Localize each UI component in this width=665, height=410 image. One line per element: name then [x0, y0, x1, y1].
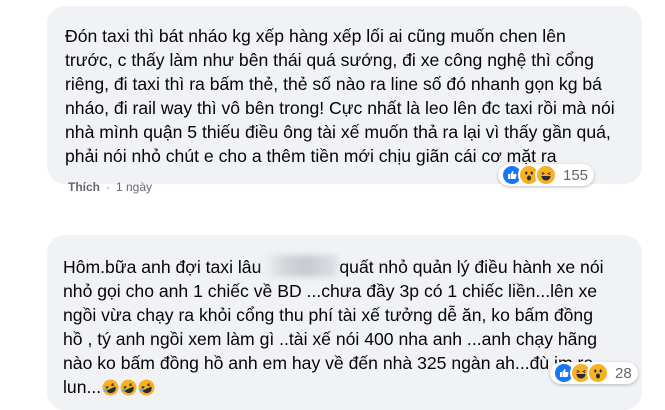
reaction-summary[interactable]: 155 — [498, 164, 595, 186]
comment-meta: Thích · 1 ngày — [68, 180, 152, 194]
separator-dot: · — [106, 180, 110, 194]
comment-text: Hôm.bữa anh đợi taxi lâu quất nhỏ quản lý… — [63, 255, 624, 399]
comment-text-part: Hôm.bữa anh đợi taxi lâu — [63, 257, 262, 277]
comment-bubble: Hôm.bữa anh đợi taxi lâu quất nhỏ quản lý… — [47, 235, 642, 410]
rofl-icon — [120, 379, 137, 396]
haha-icon — [535, 164, 557, 186]
comment-text-part: quất nhỏ quản lý điều hành xe nói nhỏ gọ… — [63, 257, 604, 397]
redacted-blur — [263, 255, 338, 277]
comment-bubble: Đón taxi thì bát nháo kg xếp hàng xếp lố… — [47, 6, 642, 184]
reaction-count: 155 — [563, 166, 589, 184]
rofl-icon — [102, 379, 119, 396]
wow-icon — [587, 362, 609, 384]
rofl-icon — [138, 379, 155, 396]
reaction-count: 28 — [615, 364, 632, 382]
comment-text: Đón taxi thì bát nháo kg xếp hàng xếp lố… — [65, 26, 615, 166]
timestamp[interactable]: 1 ngày — [116, 180, 152, 194]
like-link[interactable]: Thích — [68, 180, 100, 194]
reaction-summary[interactable]: 28 — [550, 362, 638, 384]
